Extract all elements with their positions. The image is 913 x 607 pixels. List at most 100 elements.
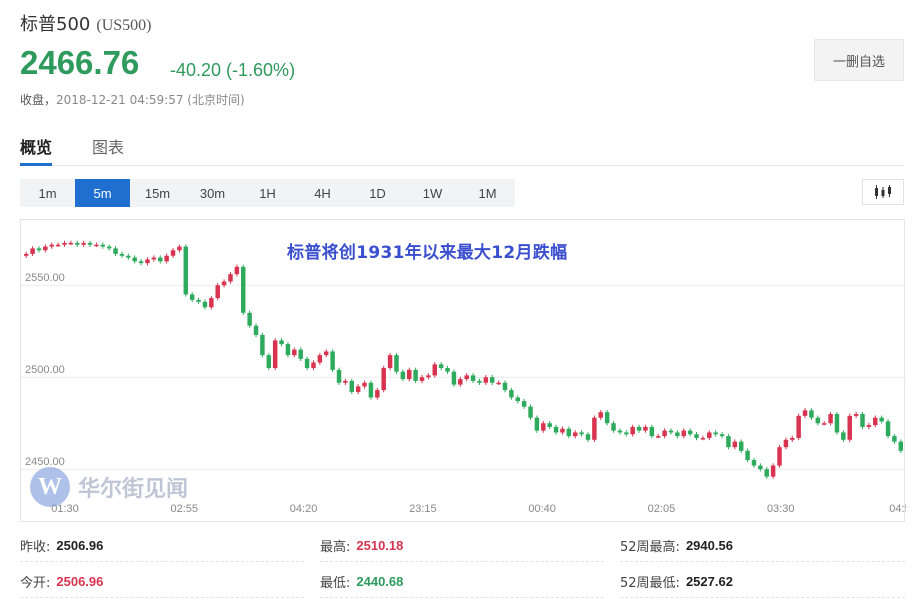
candle-body — [604, 412, 610, 424]
candle-body — [100, 244, 106, 247]
candle-body — [407, 369, 412, 380]
candle-body — [879, 417, 884, 422]
candle-body — [177, 246, 182, 251]
candle-body — [113, 248, 118, 254]
candle-body — [572, 432, 578, 437]
candle-body — [489, 377, 495, 383]
candle-body — [719, 434, 725, 437]
candle-body — [694, 434, 699, 438]
candle-body — [202, 301, 208, 308]
candle-body — [311, 362, 316, 369]
candle-body — [866, 425, 872, 427]
candle-body — [30, 248, 35, 254]
candle-body — [675, 432, 680, 437]
period-15m[interactable]: 15m — [130, 179, 185, 207]
candle-body — [655, 436, 661, 438]
candle-body — [860, 414, 865, 427]
candle-body — [726, 436, 731, 448]
candle-body — [355, 386, 361, 392]
candle-body — [668, 430, 674, 433]
candle-body — [898, 441, 904, 451]
candle-body — [432, 364, 438, 376]
stat-label: 昨收: — [20, 540, 51, 555]
candle-body — [885, 421, 891, 437]
stat-52w-low: 52周最低: 2527.62 — [620, 566, 905, 598]
candle-body — [387, 355, 393, 369]
candlestick-icon — [875, 185, 891, 199]
candle-body — [547, 423, 552, 427]
stat-open: 今开: 2506.96 — [20, 566, 304, 598]
news-headline[interactable]: 标普将创1931年以来最大12月跌幅 — [287, 238, 567, 263]
candle-body — [445, 368, 450, 372]
candle-body — [228, 274, 233, 282]
candle-body — [324, 351, 329, 356]
x-tick-label: 04:5 — [889, 503, 906, 515]
candle-body — [585, 434, 591, 440]
chart-type-button[interactable] — [862, 179, 904, 205]
candle-body — [189, 294, 195, 300]
candle-body — [770, 465, 776, 477]
candle-body — [841, 432, 846, 440]
candle-body — [126, 255, 131, 258]
candle-body — [687, 430, 693, 435]
candle-body — [745, 450, 750, 461]
candle-body — [783, 439, 789, 448]
candle-body — [470, 375, 476, 381]
candle-body — [477, 380, 482, 383]
stat-low: 最低: 2440.68 — [320, 566, 604, 598]
period-1m[interactable]: 1m — [20, 179, 75, 207]
period-1w[interactable]: 1W — [405, 179, 460, 207]
period-1h[interactable]: 1H — [240, 179, 295, 207]
wallstreetcn-logo-icon: W — [30, 467, 70, 507]
candle-body — [234, 266, 240, 275]
period-5m[interactable]: 5m — [75, 179, 130, 207]
candle-body — [119, 253, 125, 256]
watermark-name: 华尔街见闻 — [78, 476, 189, 502]
candle-body — [362, 382, 367, 387]
x-tick-label: 04:20 — [290, 503, 318, 515]
candle-body — [758, 465, 763, 470]
candle-body — [509, 390, 514, 398]
candle-body — [560, 428, 565, 433]
candle-body — [170, 250, 176, 256]
y-tick-label: 2550.00 — [25, 272, 65, 284]
tab-bar: 概览 图表 — [20, 128, 904, 166]
tab-overview[interactable]: 概览 — [20, 134, 53, 166]
candle-body — [553, 426, 559, 433]
candle-body — [419, 377, 425, 381]
candle-body — [643, 426, 648, 431]
candle-body — [751, 460, 757, 466]
candle-body — [145, 259, 150, 264]
candle-body — [483, 377, 489, 383]
y-tick-label: 2500.00 — [25, 364, 65, 376]
candle-body — [55, 244, 61, 247]
candle-body — [349, 380, 355, 392]
period-1d[interactable]: 1D — [350, 179, 405, 207]
candle-body — [158, 257, 163, 262]
candle-body — [451, 371, 457, 385]
price-change: -40.20 (-1.60%) — [170, 60, 296, 80]
candle-body — [790, 437, 795, 440]
stat-value: 2440.68 — [356, 574, 404, 589]
candle-body — [183, 246, 189, 295]
candle-body — [796, 415, 801, 438]
candle-body — [853, 414, 859, 416]
candle-body — [834, 414, 840, 433]
candle-body — [707, 432, 712, 438]
period-30m[interactable]: 30m — [185, 179, 240, 207]
candle-body — [343, 380, 348, 383]
candle-body — [458, 379, 463, 385]
period-1mo[interactable]: 1M — [460, 179, 515, 207]
period-4h[interactable]: 4H — [295, 179, 350, 207]
candle-body — [253, 325, 259, 335]
candle-body — [809, 410, 814, 418]
x-tick-label: 03:30 — [767, 503, 795, 515]
last-price: 2466.76 — [20, 44, 140, 81]
stat-high: 最高: 2510.18 — [320, 530, 604, 562]
tab-chart[interactable]: 图表 — [92, 134, 124, 166]
remove-watchlist-button[interactable]: 一删自选 — [814, 39, 904, 81]
candle-body — [75, 242, 80, 245]
candle-body — [317, 355, 323, 363]
candle-body — [279, 340, 284, 345]
stat-52w-high: 52周最高: 2940.56 — [620, 530, 905, 562]
